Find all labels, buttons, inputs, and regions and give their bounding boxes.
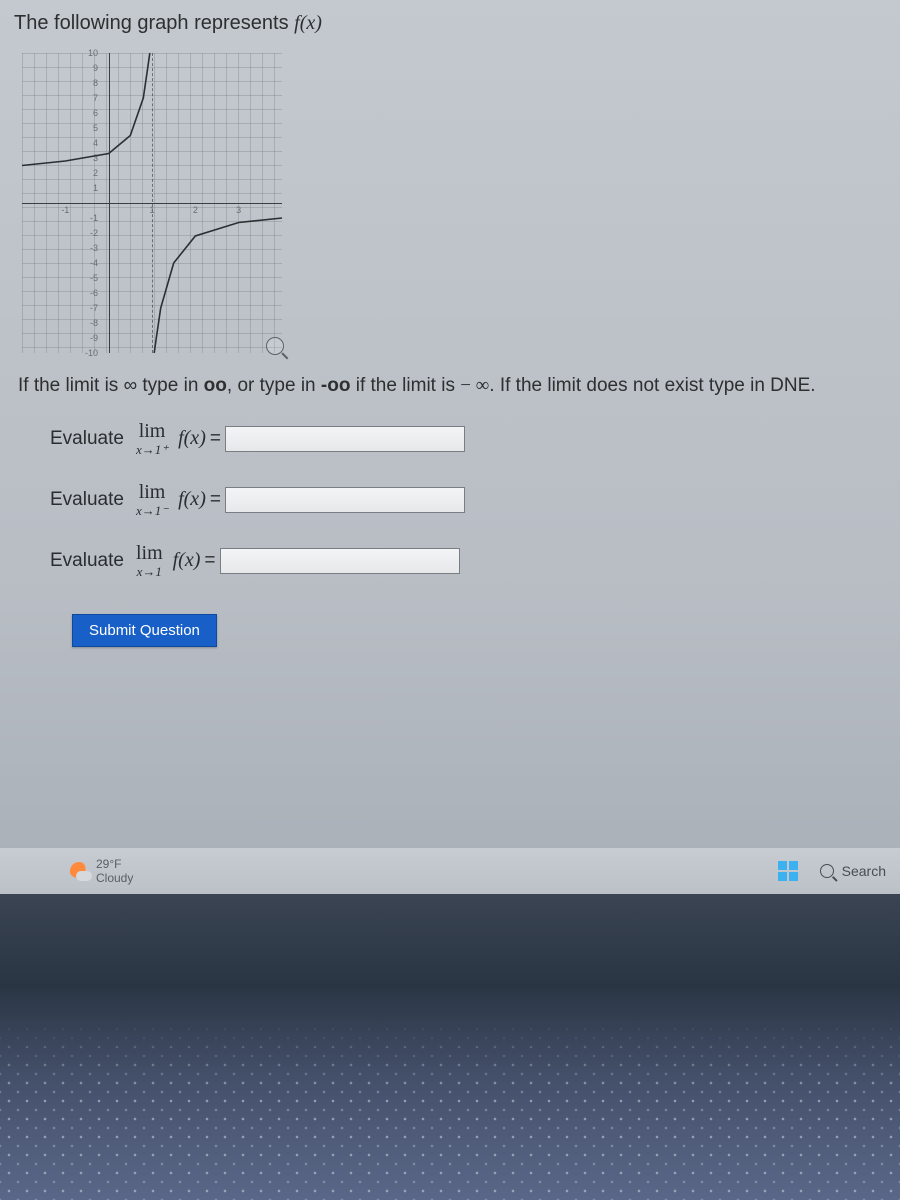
answer-input-1[interactable] — [225, 426, 465, 452]
intro-fx: f(x) — [294, 12, 322, 34]
function-graph: -10-9-8-7-6-5-4-3-2-112345678910 -1123 — [22, 53, 282, 353]
fx-label: f(x) — [178, 488, 206, 511]
laptop-bezel — [0, 894, 900, 1200]
magnifier-icon[interactable] — [266, 337, 284, 355]
submit-button[interactable]: Submit Question — [72, 614, 217, 647]
search-label: Search — [842, 863, 886, 879]
answer-input-2[interactable] — [225, 487, 465, 513]
limit-row-3: Evaluate lim x→1 f(x) = — [50, 543, 886, 578]
evaluate-label: Evaluate — [50, 489, 124, 511]
limit-notation: lim x→1 — [136, 543, 163, 578]
weather-temp: 29°F — [96, 857, 133, 871]
graph-curves — [22, 53, 282, 353]
limit-instruction: If the limit is ∞ type in oo, or type in… — [18, 375, 886, 397]
evaluate-label: Evaluate — [50, 428, 124, 450]
windows-start-icon[interactable] — [778, 861, 798, 881]
search-icon — [820, 864, 834, 878]
limit-notation: lim x→1⁻ — [136, 482, 168, 517]
taskbar: 29°F Cloudy Search — [0, 848, 900, 894]
question-intro: The following graph represents f(x) — [14, 12, 886, 35]
fx-label: f(x) — [178, 427, 206, 450]
answer-input-3[interactable] — [220, 548, 460, 574]
intro-text: The following graph represents — [14, 12, 294, 34]
limit-notation: lim x→1⁺ — [136, 421, 168, 456]
keyboard-dot-pattern — [0, 1020, 900, 1200]
evaluate-label: Evaluate — [50, 550, 124, 572]
limit-row-1: Evaluate lim x→1⁺ f(x) = — [50, 421, 886, 456]
fx-label: f(x) — [173, 549, 201, 572]
weather-widget[interactable]: 29°F Cloudy — [70, 857, 133, 886]
weather-desc: Cloudy — [96, 871, 133, 885]
limit-row-2: Evaluate lim x→1⁻ f(x) = — [50, 482, 886, 517]
taskbar-search[interactable]: Search — [820, 863, 886, 879]
weather-icon — [70, 862, 88, 880]
